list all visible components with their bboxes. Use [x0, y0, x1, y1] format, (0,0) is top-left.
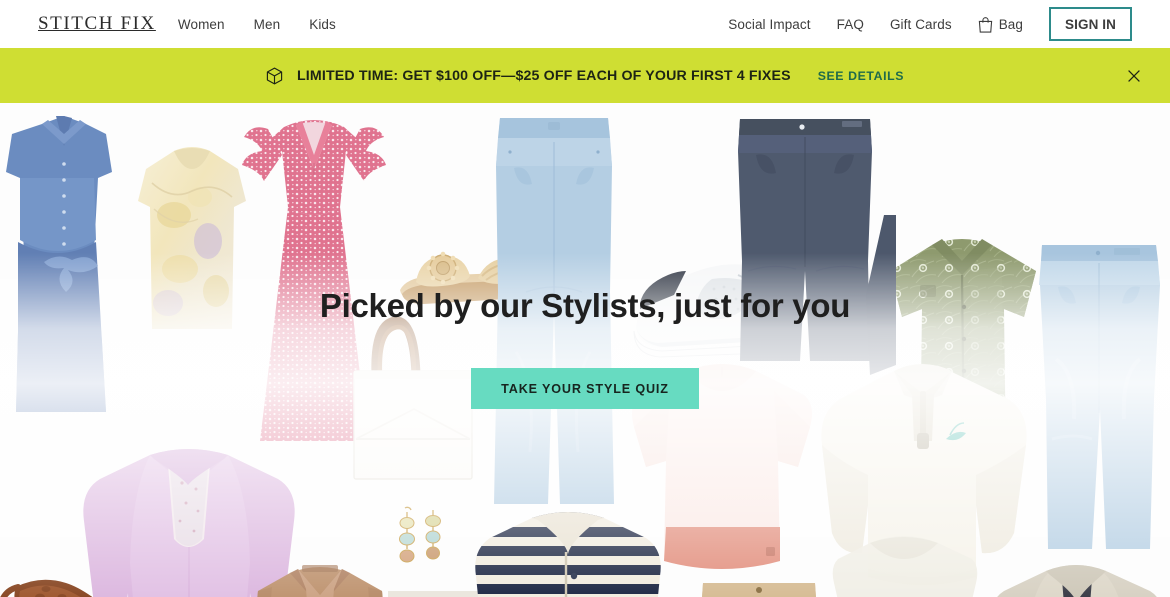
box-icon [266, 67, 283, 85]
take-style-quiz-button[interactable]: TAKE YOUR STYLE QUIZ [471, 367, 699, 410]
bag-link[interactable]: Bag [978, 16, 1023, 33]
nav-item-faq[interactable]: FAQ [837, 17, 864, 32]
nav-item-women[interactable]: Women [178, 17, 225, 32]
see-details-link[interactable]: SEE DETAILS [818, 69, 904, 83]
utility-nav: Social Impact FAQ Gift Cards Bag SIGN IN [728, 6, 1132, 42]
promo-content: LIMITED TIME: GET $100 OFF—$25 OFF EACH … [266, 67, 904, 85]
promo-banner: LIMITED TIME: GET $100 OFF—$25 OFF EACH … [0, 48, 1170, 103]
nav-item-kids[interactable]: Kids [309, 17, 336, 32]
site-header: STITCH FIX Women Men Kids Social Impact … [0, 0, 1170, 48]
hero-section: Picked by our Stylists, just for you TAK… [0, 103, 1170, 597]
nav-item-men[interactable]: Men [254, 17, 281, 32]
hero-content: Picked by our Stylists, just for you TAK… [0, 103, 1170, 597]
promo-text: LIMITED TIME: GET $100 OFF—$25 OFF EACH … [296, 67, 791, 84]
brand-logo[interactable]: STITCH FIX [38, 13, 156, 35]
bag-label: Bag [998, 16, 1024, 32]
sign-in-button[interactable]: SIGN IN [1049, 6, 1132, 42]
nav-item-gift-cards[interactable]: Gift Cards [890, 17, 952, 32]
close-icon[interactable] [1123, 65, 1145, 87]
primary-nav: Women Men Kids [178, 17, 336, 32]
shopping-bag-icon [978, 16, 993, 33]
nav-item-social-impact[interactable]: Social Impact [728, 17, 810, 32]
page-title: Picked by our Stylists, just for you [319, 286, 851, 324]
